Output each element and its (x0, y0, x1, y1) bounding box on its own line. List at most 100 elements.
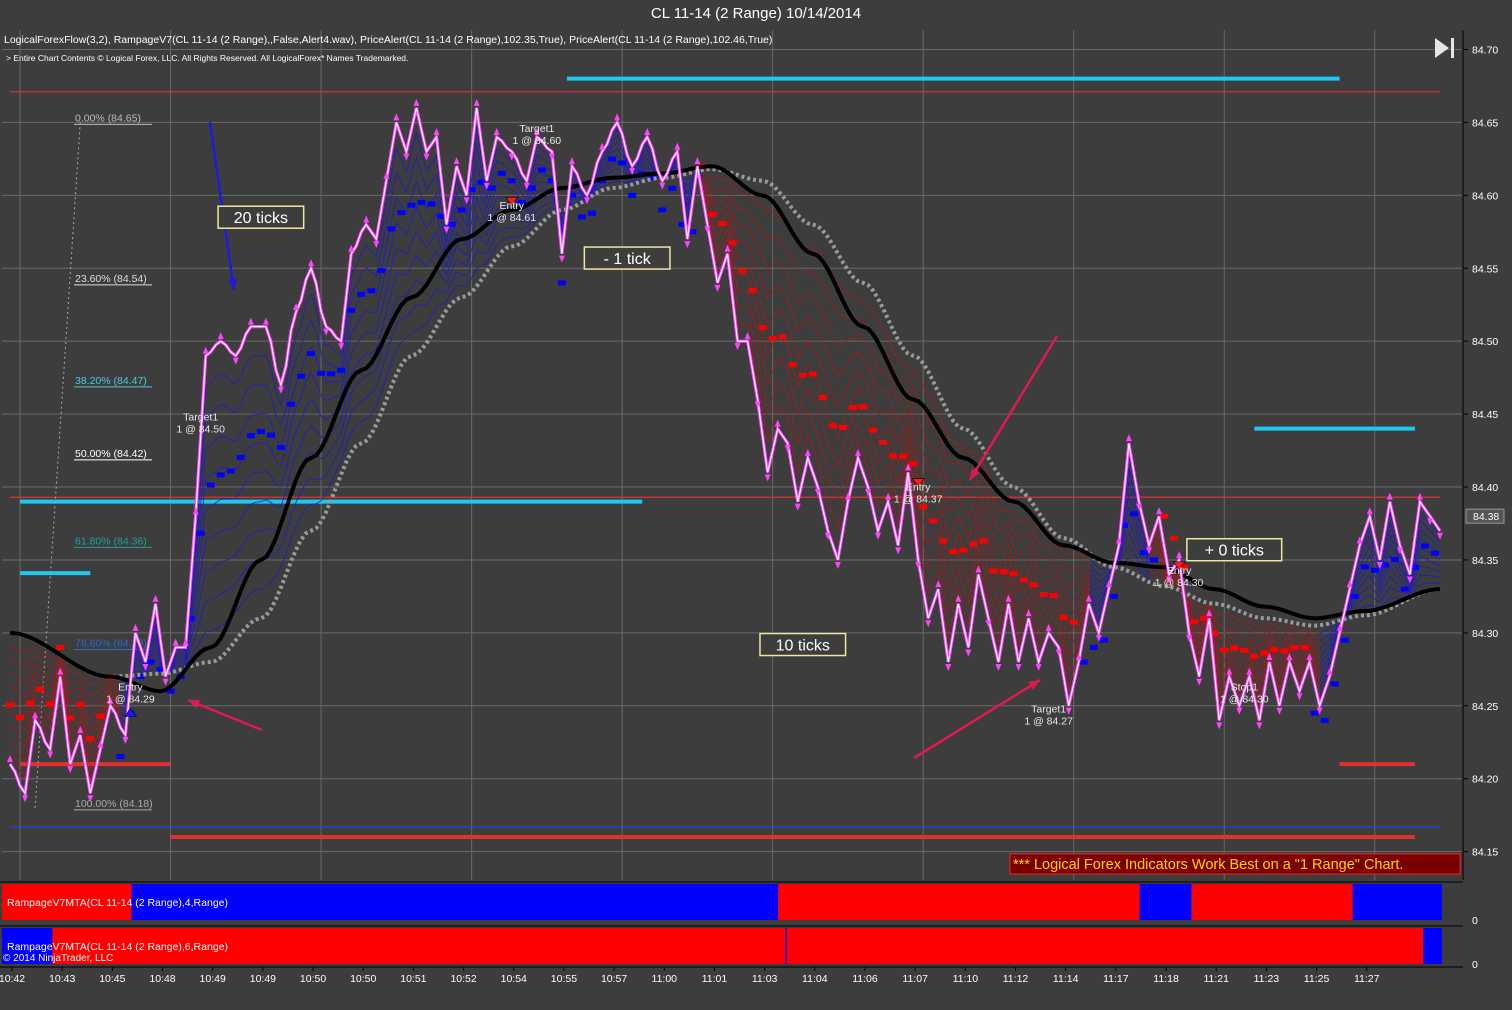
trend-dot-208 (1049, 592, 1058, 598)
trend-dot-50 (256, 429, 265, 435)
panel-1-segment-4 (1423, 928, 1442, 964)
x-tick-label-12: 10:57 (601, 973, 627, 985)
trend-dot-188 (949, 548, 958, 554)
trend-dot-64 (327, 371, 336, 377)
price-chart[interactable]: 0.00% (84.65) 23.60% (84.54) 38.20% (84.47… (0, 0, 1512, 1010)
trend-dot-168 (848, 404, 857, 410)
trend-dot-6 (36, 686, 45, 692)
trend-dot-242 (1220, 647, 1229, 653)
trend-dot-28 (146, 659, 155, 665)
panel-zero-1: 0 (1472, 959, 1478, 971)
copyright-notice: > Entire Chart Contents © Logical Forex,… (6, 53, 408, 63)
trend-dot-48 (246, 433, 255, 439)
trade-kind-7: Stop1 (1231, 681, 1259, 693)
trade-kind-0: Entry (118, 681, 143, 693)
trend-dot-194 (979, 538, 988, 544)
trend-dot-84 (427, 201, 436, 207)
trend-dot-212 (1069, 619, 1078, 625)
trend-dot-140 (708, 211, 717, 217)
panel-0-segment-1 (131, 884, 779, 920)
panel-zero-0: 0 (1472, 915, 1478, 927)
trade-kind-6: Entry (1167, 565, 1192, 577)
trend-dot-152 (768, 335, 777, 341)
trade-detail-1: 1 @ 84.50 (176, 424, 225, 436)
trend-dot-22 (116, 754, 125, 760)
annotation-text-2: 10 ticks (776, 638, 830, 655)
trend-dot-226 (1139, 550, 1148, 556)
trend-dot-146 (738, 268, 747, 274)
trend-dot-176 (889, 453, 898, 459)
trend-dot-62 (317, 370, 326, 376)
fib-label-3: 50.00% (84.42) (75, 448, 147, 460)
trend-dot-80 (407, 202, 416, 208)
x-tick-label-20: 11:12 (1003, 973, 1029, 985)
x-tick-label-17: 11:06 (852, 973, 878, 985)
y-tick-label-9: 84.25 (1472, 701, 1498, 713)
trend-dot-264 (1330, 681, 1339, 687)
trend-dot-218 (1099, 637, 1108, 643)
x-tick-label-0: 10:42 (0, 973, 25, 985)
last-price-label: 84.38 (1473, 511, 1499, 523)
trend-dot-192 (969, 541, 978, 547)
y-tick-label-0: 84.70 (1472, 45, 1498, 57)
y-tick-label-10: 84.20 (1472, 774, 1498, 786)
trend-dot-172 (869, 427, 878, 433)
trend-dot-266 (1340, 637, 1349, 643)
trend-dot-196 (989, 568, 998, 574)
ninjatrader-copyright: © 2014 NinjaTrader, LLC (3, 953, 113, 964)
trend-dot-58 (297, 373, 306, 379)
y-tick-label-1: 84.65 (1472, 117, 1498, 129)
trend-dot-44 (226, 468, 235, 474)
trend-dot-250 (1260, 650, 1269, 656)
trend-dot-98 (497, 170, 506, 176)
trend-dot-38 (196, 530, 205, 536)
x-tick-label-10: 10:54 (501, 973, 527, 985)
trend-dot-238 (1200, 615, 1209, 621)
trend-dot-90 (457, 207, 466, 213)
trend-dot-166 (838, 424, 847, 430)
x-tick-label-22: 11:17 (1103, 973, 1129, 985)
x-tick-label-1: 10:43 (49, 973, 75, 985)
trade-kind-4: Entry (906, 482, 931, 494)
trend-dot-262 (1320, 717, 1329, 723)
panel-1-segment-3 (786, 928, 1424, 964)
trend-dot-232 (1170, 535, 1179, 541)
x-tick-label-24: 11:21 (1203, 973, 1229, 985)
x-tick-label-9: 10:52 (450, 973, 476, 985)
x-tick-label-14: 11:01 (702, 973, 728, 985)
trend-dot-200 (1009, 571, 1018, 577)
trend-dot-54 (276, 445, 285, 451)
x-tick-label-18: 11:07 (902, 973, 928, 985)
trend-dot-162 (818, 394, 827, 400)
trend-dot-284 (1430, 550, 1439, 556)
trend-dot-220 (1109, 593, 1118, 599)
y-tick-label-3: 84.55 (1472, 263, 1498, 275)
trend-dot-206 (1039, 592, 1048, 598)
trend-dot-70 (357, 291, 366, 297)
y-tick-label-4: 84.50 (1472, 336, 1498, 348)
trend-dot-156 (788, 362, 797, 368)
trend-dot-202 (1019, 577, 1028, 583)
trend-dot-76 (387, 226, 396, 232)
trend-dot-254 (1280, 648, 1289, 654)
trend-dot-184 (929, 518, 938, 524)
y-tick-label-8: 84.30 (1472, 628, 1498, 640)
x-tick-label-13: 11:00 (652, 973, 678, 985)
trend-dot-186 (939, 538, 948, 544)
trend-dot-14 (76, 701, 85, 707)
annotation-text-0: 20 ticks (234, 210, 288, 227)
trend-dot-164 (828, 423, 837, 429)
notice-text: *** Logical Forex Indicators Work Best o… (1013, 857, 1403, 873)
fib-label-0: 0.00% (84.65) (75, 112, 141, 124)
trend-dot-158 (798, 372, 807, 378)
x-tick-label-21: 11:14 (1053, 973, 1079, 985)
trade-detail-6: 1 @ 84.30 (1155, 577, 1204, 589)
annotation-text-1: - 1 tick (604, 251, 652, 268)
trend-dot-174 (879, 439, 888, 445)
indicator-list: LogicalForexFlow(3,2), RampageV7(CL 11-1… (4, 34, 772, 46)
trend-dot-40 (206, 482, 215, 488)
trade-kind-3: Target1 (519, 123, 554, 135)
trend-dot-42 (216, 472, 225, 478)
trade-kind-5: Target1 (1031, 703, 1066, 715)
trend-dot-272 (1370, 567, 1379, 573)
